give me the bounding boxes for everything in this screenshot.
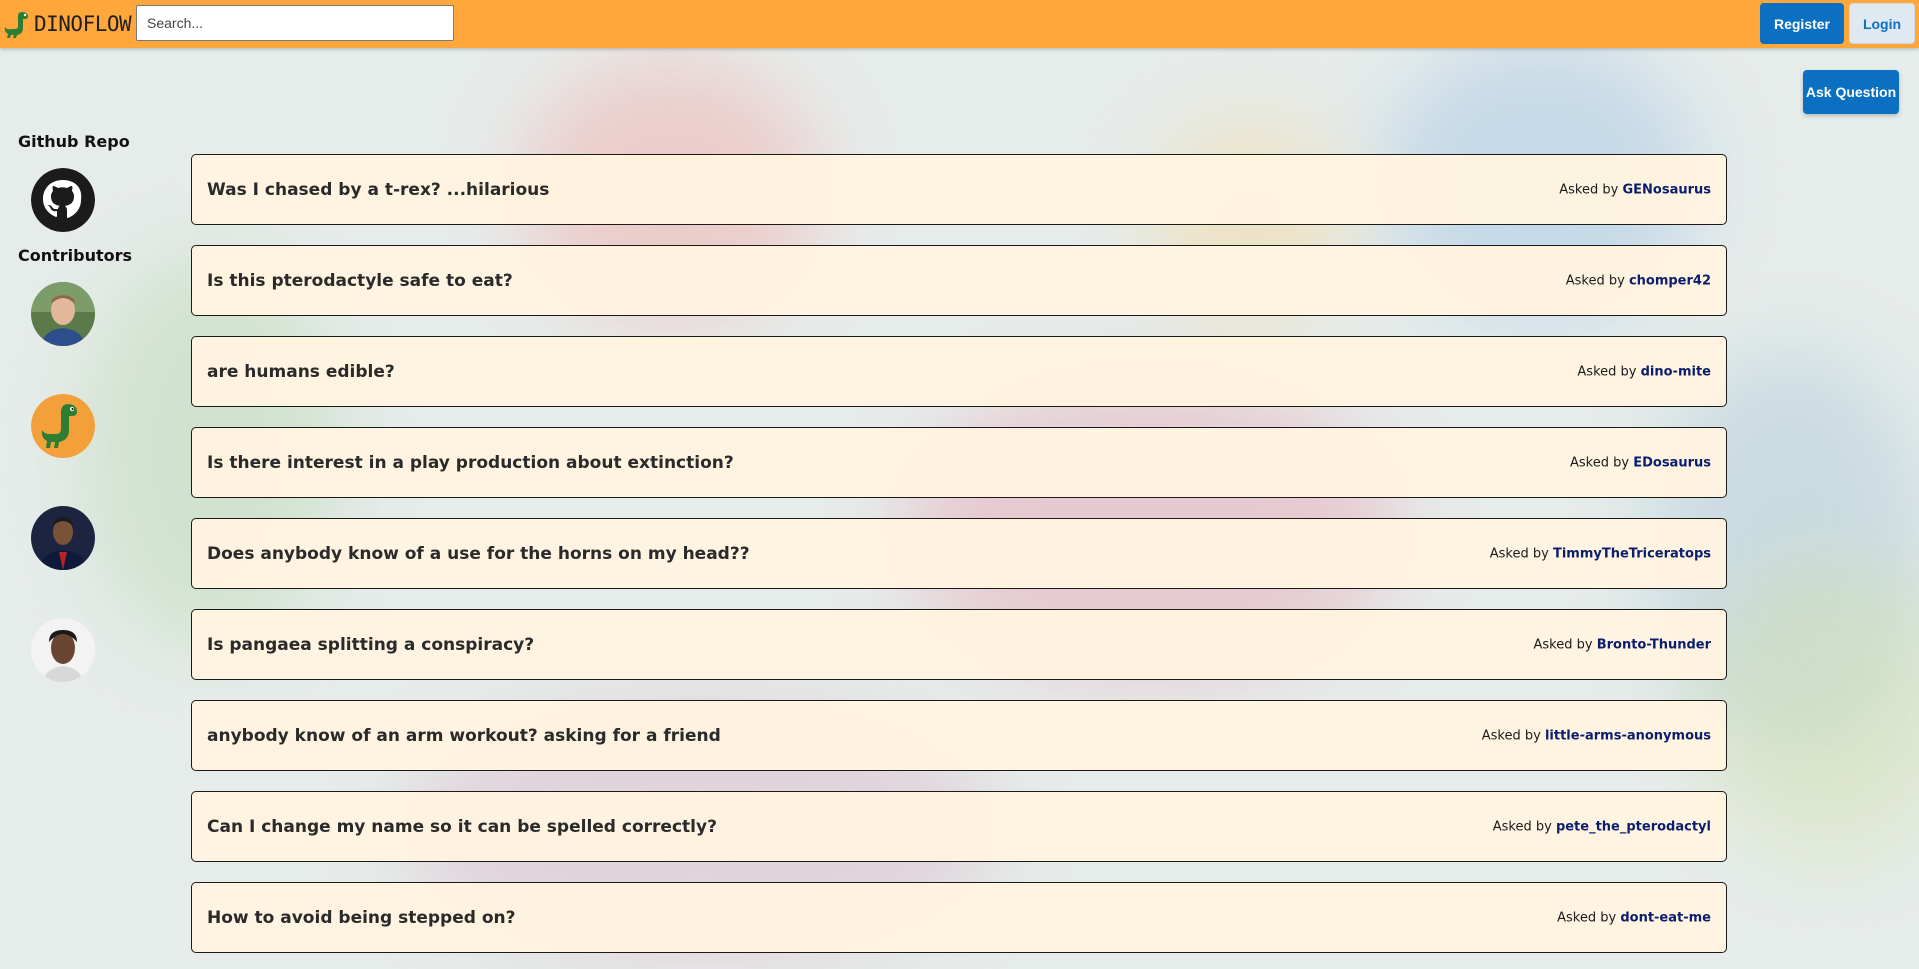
asked-by-label: Asked by bbox=[1565, 273, 1625, 288]
question-title[interactable]: Is there interest in a play production a… bbox=[207, 453, 734, 473]
github-repo-heading: Github Repo bbox=[18, 132, 130, 151]
contributor-avatar[interactable] bbox=[31, 282, 95, 346]
question-title[interactable]: anybody know of an arm workout? asking f… bbox=[207, 726, 721, 746]
question-meta: Asked by chomper42 bbox=[1566, 273, 1711, 288]
asked-by-label: Asked by bbox=[1559, 182, 1619, 197]
question-title[interactable]: are humans edible? bbox=[207, 362, 395, 382]
question-meta: Asked by Bronto-Thunder bbox=[1533, 637, 1711, 652]
contributor-photo-3-icon bbox=[31, 506, 95, 570]
question-author-link[interactable]: EDosaurus bbox=[1633, 455, 1711, 470]
logo[interactable]: DINOFLOW bbox=[4, 8, 132, 40]
asked-by-label: Asked by bbox=[1570, 455, 1630, 470]
question-title[interactable]: Is this pterodactyle safe to eat? bbox=[207, 271, 513, 291]
question-card[interactable]: Does anybody know of a use for the horns… bbox=[191, 518, 1727, 589]
question-meta: Asked by dino-mite bbox=[1577, 364, 1711, 379]
question-meta: Asked by dont-eat-me bbox=[1557, 910, 1711, 925]
question-author-link[interactable]: GENosaurus bbox=[1622, 182, 1711, 197]
asked-by-label: Asked by bbox=[1481, 728, 1541, 743]
question-title[interactable]: Does anybody know of a use for the horns… bbox=[207, 544, 750, 564]
question-title[interactable]: Is pangaea splitting a conspiracy? bbox=[207, 635, 534, 655]
contributor-photo-1-icon bbox=[31, 282, 95, 346]
contributor-photo-4-icon bbox=[31, 618, 95, 682]
asked-by-label: Asked by bbox=[1557, 910, 1617, 925]
question-card[interactable]: Was I chased by a t-rex? ...hilarious As… bbox=[191, 154, 1727, 225]
question-meta: Asked by TimmyTheTriceratops bbox=[1490, 546, 1711, 561]
register-button[interactable]: Register bbox=[1760, 3, 1844, 44]
github-icon[interactable] bbox=[31, 168, 95, 232]
login-button[interactable]: Login bbox=[1849, 3, 1915, 44]
question-meta: Asked by EDosaurus bbox=[1570, 455, 1711, 470]
question-card[interactable]: are humans edible? Asked by dino-mite bbox=[191, 336, 1727, 407]
question-meta: Asked by little-arms-anonymous bbox=[1482, 728, 1711, 743]
dinosaur-avatar-icon bbox=[31, 394, 95, 458]
question-author-link[interactable]: TimmyTheTriceratops bbox=[1553, 546, 1711, 561]
question-card[interactable]: Is there interest in a play production a… bbox=[191, 427, 1727, 498]
contributor-avatar[interactable] bbox=[31, 506, 95, 570]
question-title[interactable]: Was I chased by a t-rex? ...hilarious bbox=[207, 180, 549, 200]
question-title[interactable]: How to avoid being stepped on? bbox=[207, 908, 516, 928]
search-input[interactable] bbox=[136, 5, 454, 41]
contributor-avatar[interactable] bbox=[31, 394, 95, 458]
question-card[interactable]: anybody know of an arm workout? asking f… bbox=[191, 700, 1727, 771]
question-author-link[interactable]: Bronto-Thunder bbox=[1597, 637, 1711, 652]
question-author-link[interactable]: little-arms-anonymous bbox=[1545, 728, 1711, 743]
top-navbar: DINOFLOW Register Login bbox=[0, 0, 1919, 48]
contributor-avatar[interactable] bbox=[31, 618, 95, 682]
question-card[interactable]: Is this pterodactyle safe to eat? Asked … bbox=[191, 245, 1727, 316]
asked-by-label: Asked by bbox=[1533, 637, 1593, 652]
contributors-heading: Contributors bbox=[18, 246, 133, 265]
question-author-link[interactable]: dino-mite bbox=[1641, 364, 1711, 379]
asked-by-label: Asked by bbox=[1489, 546, 1549, 561]
asked-by-label: Asked by bbox=[1577, 364, 1637, 379]
dinosaur-logo-icon bbox=[4, 12, 29, 38]
question-title[interactable]: Can I change my name so it can be spelle… bbox=[207, 817, 717, 837]
asked-by-label: Asked by bbox=[1492, 819, 1552, 834]
question-meta: Asked by GENosaurus bbox=[1559, 182, 1711, 197]
question-author-link[interactable]: dont-eat-me bbox=[1620, 910, 1711, 925]
question-author-link[interactable]: pete_the_pterodactyl bbox=[1556, 819, 1711, 834]
logo-text: DINOFLOW bbox=[34, 12, 132, 36]
ask-question-button[interactable]: Ask Question bbox=[1803, 70, 1899, 114]
question-meta: Asked by pete_the_pterodactyl bbox=[1493, 819, 1711, 834]
question-card[interactable]: Is pangaea splitting a conspiracy? Asked… bbox=[191, 609, 1727, 680]
question-card[interactable]: Can I change my name so it can be spelle… bbox=[191, 791, 1727, 862]
question-card[interactable]: How to avoid being stepped on? Asked by … bbox=[191, 882, 1727, 953]
question-author-link[interactable]: chomper42 bbox=[1629, 273, 1711, 288]
